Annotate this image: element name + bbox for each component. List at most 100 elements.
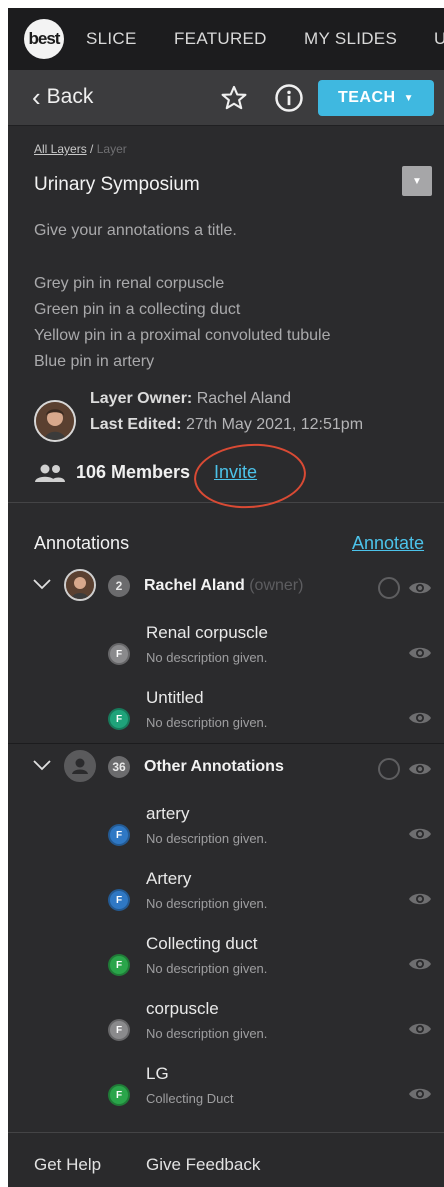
best-logo[interactable]: best bbox=[24, 19, 64, 59]
annotation-group[interactable]: 36 Other Annotations bbox=[8, 744, 444, 794]
chevron-down-icon[interactable] bbox=[32, 758, 52, 772]
annotation-desc: No description given. bbox=[146, 650, 268, 665]
annotation-desc: No description given. bbox=[146, 1026, 268, 1041]
annotation-name: Renal corpuscle bbox=[146, 623, 268, 642]
person-icon bbox=[72, 758, 88, 774]
description-line: Yellow pin in a proximal convoluted tubu… bbox=[34, 327, 331, 344]
eye-icon[interactable] bbox=[408, 956, 432, 972]
person-photo-icon bbox=[36, 402, 74, 440]
nav-user[interactable]: U bbox=[434, 29, 444, 49]
eye-icon[interactable] bbox=[408, 645, 432, 661]
owner-tag: (owner) bbox=[249, 577, 304, 594]
layer-menu-button[interactable]: ▼ bbox=[402, 166, 432, 196]
eye-icon[interactable] bbox=[408, 580, 432, 596]
edited-line: Last Edited: 27th May 2021, 12:51pm bbox=[90, 416, 363, 434]
group-select-radio[interactable] bbox=[378, 577, 400, 599]
edited-label: Last Edited: bbox=[90, 416, 182, 433]
annotations-header: Annotations Annotate bbox=[8, 503, 444, 563]
members-count: 106 Members bbox=[34, 462, 190, 483]
group-name-label: Other Annotations bbox=[144, 758, 284, 775]
back-button[interactable]: ‹ Back bbox=[32, 84, 93, 110]
annotation-type-badge: F bbox=[108, 643, 130, 665]
description-line: Give your annotations a title. bbox=[34, 222, 237, 239]
list-item[interactable]: F Renal corpuscle No description given. bbox=[8, 613, 444, 678]
owner-label: Layer Owner: bbox=[90, 390, 193, 407]
chevron-down-icon[interactable] bbox=[32, 577, 52, 591]
breadcrumb: All Layers / Layer bbox=[34, 142, 127, 156]
footer: Get Help Give Feedback bbox=[8, 1132, 444, 1187]
avatar bbox=[34, 400, 76, 442]
app-panel: best SLICE FEATURED MY SLIDES U ‹ Back T… bbox=[8, 8, 444, 1187]
nav-my-slides[interactable]: MY SLIDES bbox=[304, 29, 397, 49]
list-item[interactable]: F corpuscle No description given. bbox=[8, 989, 444, 1054]
eye-icon[interactable] bbox=[408, 710, 432, 726]
annotation-count-badge: 36 bbox=[108, 756, 130, 778]
annotation-name: LG bbox=[146, 1064, 169, 1083]
people-icon bbox=[35, 464, 65, 482]
annotation-group[interactable]: 2 Rachel Aland (owner) bbox=[8, 563, 444, 613]
list-item[interactable]: F LG Collecting Duct bbox=[8, 1054, 444, 1119]
annotations-title: Annotations bbox=[34, 533, 130, 553]
list-item[interactable]: F artery No description given. bbox=[8, 794, 444, 859]
annotation-count-badge: 2 bbox=[108, 575, 130, 597]
star-icon[interactable] bbox=[220, 84, 248, 112]
eye-icon[interactable] bbox=[408, 891, 432, 907]
annotation-desc: No description given. bbox=[146, 961, 268, 976]
avatar bbox=[64, 569, 96, 601]
breadcrumb-separator: / bbox=[90, 142, 94, 156]
description-line: Blue pin in artery bbox=[34, 353, 155, 370]
members-label: 106 Members bbox=[76, 462, 191, 482]
caret-down-icon: ▼ bbox=[412, 175, 422, 187]
info-icon[interactable] bbox=[274, 83, 304, 113]
give-feedback-link[interactable]: Give Feedback bbox=[146, 1155, 260, 1175]
owner-line: Layer Owner: Rachel Aland bbox=[90, 390, 291, 408]
annotation-name: corpuscle bbox=[146, 999, 219, 1018]
annotation-name: Collecting duct bbox=[146, 934, 258, 953]
group-name: Other Annotations bbox=[144, 758, 284, 776]
description-line: Green pin in a collecting duct bbox=[34, 301, 241, 318]
eye-icon[interactable] bbox=[408, 1086, 432, 1102]
annotation-desc: No description given. bbox=[146, 831, 268, 846]
annotation-type-badge: F bbox=[108, 708, 130, 730]
group-select-radio[interactable] bbox=[378, 758, 400, 780]
annotation-desc: No description given. bbox=[146, 896, 268, 911]
nav-featured[interactable]: FEATURED bbox=[174, 29, 267, 49]
owner-name: Rachel Aland bbox=[196, 390, 292, 407]
annotation-type-badge: F bbox=[108, 824, 130, 846]
top-nav: best SLICE FEATURED MY SLIDES U bbox=[8, 8, 444, 70]
annotation-name: Untitled bbox=[146, 688, 204, 707]
annotation-circle bbox=[191, 440, 309, 512]
list-item[interactable]: F Untitled No description given. bbox=[8, 678, 444, 743]
nav-slice[interactable]: SLICE bbox=[86, 29, 137, 49]
annotation-type-badge: F bbox=[108, 1084, 130, 1106]
annotation-type-badge: F bbox=[108, 1019, 130, 1041]
eye-icon[interactable] bbox=[408, 761, 432, 777]
annotation-name: artery bbox=[146, 804, 190, 823]
breadcrumb-all-layers[interactable]: All Layers bbox=[34, 142, 87, 156]
eye-icon[interactable] bbox=[408, 1021, 432, 1037]
layer-title: Urinary Symposium bbox=[34, 174, 200, 195]
avatar bbox=[64, 750, 96, 782]
description-line: Grey pin in renal corpuscle bbox=[34, 275, 225, 292]
list-item[interactable]: F Artery No description given. bbox=[8, 859, 444, 924]
group-name-label: Rachel Aland bbox=[144, 577, 245, 594]
layer-info: All Layers / Layer Urinary Symposium ▼ G… bbox=[8, 126, 444, 512]
annotation-type-badge: F bbox=[108, 954, 130, 976]
edited-value: 27th May 2021, 12:51pm bbox=[186, 416, 364, 433]
group-name: Rachel Aland (owner) bbox=[144, 577, 303, 595]
get-help-link[interactable]: Get Help bbox=[34, 1155, 101, 1175]
annotation-desc: No description given. bbox=[146, 715, 268, 730]
caret-down-icon: ▼ bbox=[403, 92, 414, 104]
teach-button[interactable]: TEACH ▼ bbox=[318, 80, 434, 116]
breadcrumb-current: Layer bbox=[96, 142, 127, 156]
annotate-link[interactable]: Annotate bbox=[352, 533, 424, 554]
annotation-type-badge: F bbox=[108, 889, 130, 911]
back-label: Back bbox=[46, 85, 94, 108]
list-item[interactable]: F Collecting duct No description given. bbox=[8, 924, 444, 989]
eye-icon[interactable] bbox=[408, 826, 432, 842]
person-photo-icon bbox=[66, 571, 94, 599]
teach-label: TEACH bbox=[337, 89, 396, 106]
annotation-desc: Collecting Duct bbox=[146, 1091, 234, 1106]
annotation-name: Artery bbox=[146, 869, 192, 888]
toolbar: ‹ Back TEACH ▼ bbox=[8, 70, 444, 126]
